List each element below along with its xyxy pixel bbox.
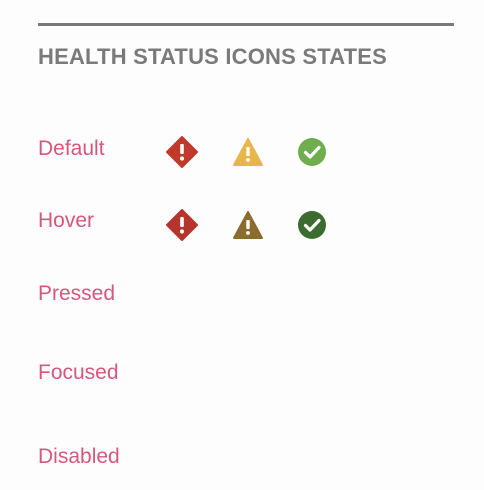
state-label-focused: Focused xyxy=(38,361,119,384)
state-label-disabled: Disabled xyxy=(38,445,120,468)
warning-triangle-icon[interactable] xyxy=(231,208,265,242)
top-divider xyxy=(38,23,454,26)
state-label-default: Default xyxy=(38,137,105,160)
error-diamond-icon[interactable] xyxy=(165,208,199,242)
state-label-hover: Hover xyxy=(38,209,95,232)
section-title: HEALTH STATUS ICONS STATES xyxy=(38,44,388,69)
success-check-circle-icon[interactable] xyxy=(295,208,329,242)
state-label-pressed: Pressed xyxy=(38,282,116,305)
error-diamond-icon[interactable] xyxy=(165,135,199,169)
warning-triangle-icon[interactable] xyxy=(231,135,265,169)
success-check-circle-icon[interactable] xyxy=(295,135,329,169)
